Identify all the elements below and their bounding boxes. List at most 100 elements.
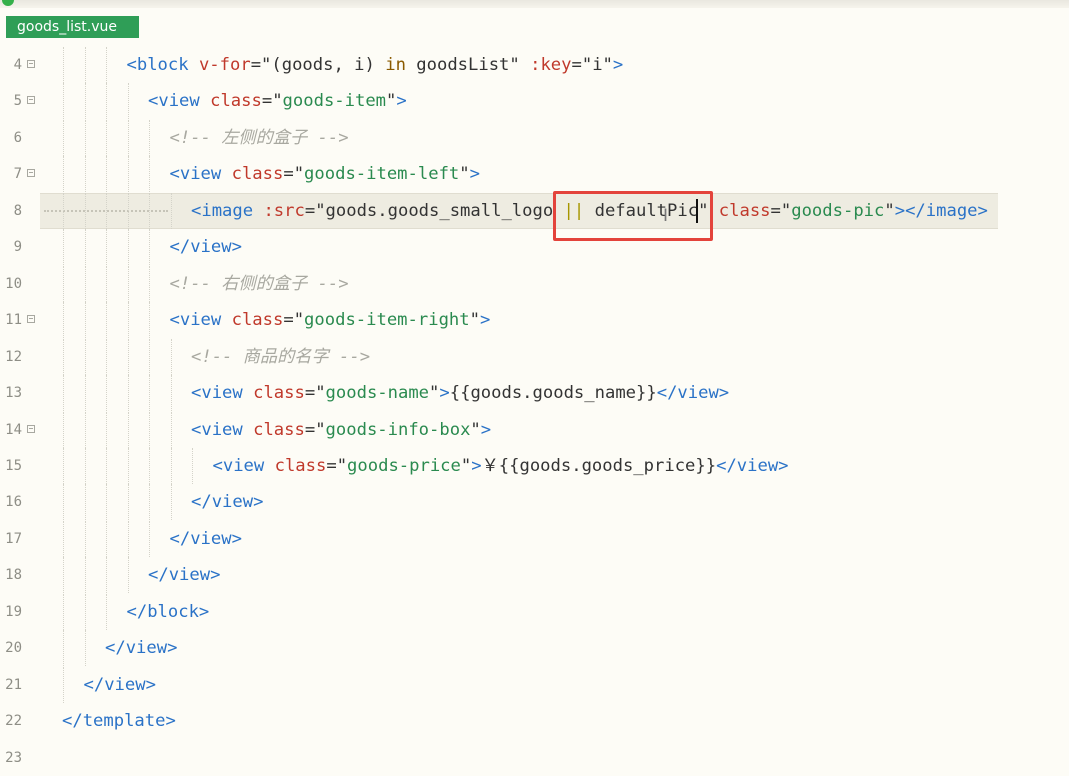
code-editor[interactable]: 4 <block v-for="(goods, i) in goodsList" … — [0, 0, 1069, 766]
code-token: " — [460, 455, 472, 476]
code-token: <!-- 左侧的盒子 --> — [169, 127, 349, 148]
line-number: 17 — [5, 530, 22, 547]
code-line[interactable]: 18 </view> — [0, 557, 1069, 594]
code-text: </view> — [170, 229, 242, 265]
fold-toggle-icon[interactable] — [27, 169, 35, 178]
indent-guide — [84, 411, 87, 448]
indent-guide — [170, 338, 173, 375]
code-token: ="i" — [571, 55, 613, 75]
code-line[interactable]: 10 <!-- 右侧的盒子 --> — [0, 265, 1069, 302]
code-token: class — [253, 419, 305, 440]
code-token: ￥{{goods.goods_price}} — [481, 455, 717, 476]
code-token: <view — [169, 310, 232, 331]
indent-guide — [63, 484, 65, 521]
indent-guide — [63, 338, 65, 375]
code-token: </view> — [169, 237, 242, 258]
indent-guide — [63, 666, 65, 703]
code-line[interactable]: 15 <view class="goods-price">￥{{goods.goo… — [0, 447, 1069, 484]
line-number: 21 — [5, 676, 22, 693]
fold-toggle-icon[interactable] — [27, 96, 35, 105]
code-line[interactable]: 7 <view class="goods-item-left"> — [0, 156, 1069, 193]
indent-guide — [127, 411, 130, 448]
line-number: 23 — [5, 749, 22, 766]
indent-guide — [170, 192, 173, 229]
indent-guide — [106, 156, 108, 193]
code-token: <view — [191, 383, 254, 404]
code-line[interactable]: 5 <view class="goods-item"> — [0, 83, 1069, 120]
text-caret — [696, 199, 698, 223]
code-token: in — [385, 55, 406, 75]
code-token: > — [612, 55, 624, 75]
code-line[interactable]: 21 </view> — [0, 666, 1069, 703]
code-token: <view — [148, 91, 211, 112]
code-token: :src — [263, 200, 305, 221]
code-token: " — [884, 200, 895, 221]
code-token: {{goods.goods_name}} — [449, 383, 657, 404]
indent-guide — [106, 447, 108, 484]
indent-guide — [84, 484, 87, 521]
fold-toggle-icon[interactable] — [27, 424, 35, 433]
code-token: " — [469, 310, 480, 331]
indent-guide — [84, 119, 87, 156]
code-text: <view class="goods-price">￥{{goods.goods… — [213, 448, 789, 484]
code-line[interactable]: 6 <!-- 左侧的盒子 --> — [0, 119, 1069, 156]
code-line[interactable]: 8 <image :src="goods.goods_small_logo || … — [0, 192, 1069, 229]
line-number: 11 — [5, 312, 22, 329]
code-line[interactable]: 12 <!-- 商品的名字 --> — [0, 338, 1069, 375]
annotation-highlight-box — [553, 191, 713, 241]
indent-guide — [170, 447, 173, 484]
code-token: goodsList" — [405, 55, 531, 75]
code-text: </view> — [84, 667, 156, 703]
code-token: </view> — [656, 383, 730, 404]
code-line[interactable]: 9 </view> — [0, 229, 1069, 266]
code-line[interactable]: 14 <view class="goods-info-box"> — [0, 411, 1069, 448]
code-token: goods-item-right — [304, 310, 470, 331]
fold-toggle-icon[interactable] — [27, 315, 35, 324]
indent-guide — [127, 265, 130, 302]
code-line[interactable]: 19 </block> — [0, 593, 1069, 630]
code-text: <view class="goods-item"> — [148, 83, 407, 119]
code-token: " — [429, 383, 440, 404]
indent-guide — [127, 302, 130, 339]
code-token: class — [231, 164, 284, 185]
code-text: </block> — [127, 594, 210, 630]
code-token: =" — [770, 200, 792, 221]
code-line[interactable]: 23 — [0, 740, 1069, 776]
code-token: =" — [304, 419, 326, 440]
code-token: > — [479, 310, 491, 331]
indent-guide — [84, 156, 87, 193]
code-line[interactable]: 20 </view> — [0, 630, 1069, 667]
code-text: <!-- 右侧的盒子 --> — [170, 266, 349, 302]
indent-guide — [63, 192, 65, 229]
indent-guide — [84, 520, 87, 557]
code-token: <!-- 右侧的盒子 --> — [169, 273, 349, 294]
indent-guide — [106, 411, 108, 448]
indent-guide — [106, 375, 108, 412]
indent-guide — [84, 338, 87, 375]
code-token: <view — [212, 455, 275, 476]
code-line[interactable]: 22 </template> — [0, 703, 1069, 739]
line-number: 15 — [5, 457, 22, 474]
indent-guide — [63, 411, 65, 448]
code-line[interactable]: 17 </view> — [0, 520, 1069, 557]
fold-toggle-icon[interactable] — [27, 60, 35, 68]
code-line[interactable]: 11 <view class="goods-item-right"> — [0, 302, 1069, 339]
code-token: </block> — [126, 601, 210, 622]
code-line[interactable]: 13 <view class="goods-name">{{goods.goods… — [0, 375, 1069, 412]
line-number: 18 — [5, 567, 22, 584]
code-token: goods-pic — [791, 200, 885, 221]
code-token: =" — [283, 164, 305, 185]
line-number: 19 — [5, 603, 22, 620]
indent-guide — [84, 630, 87, 667]
indent-guide — [106, 119, 108, 156]
code-line[interactable]: 16 </view> — [0, 484, 1069, 521]
indent-guide — [84, 83, 87, 120]
indent-guide — [63, 156, 65, 193]
indent-guide — [127, 484, 130, 521]
code-text: </view> — [105, 630, 177, 666]
code-line[interactable]: 4 <block v-for="(goods, i) in goodsList" … — [0, 47, 1069, 83]
code-text: <view class="goods-info-box"> — [191, 412, 491, 448]
indent-guide — [63, 265, 65, 302]
indent-guide — [63, 302, 65, 339]
code-token: </view> — [716, 455, 789, 476]
